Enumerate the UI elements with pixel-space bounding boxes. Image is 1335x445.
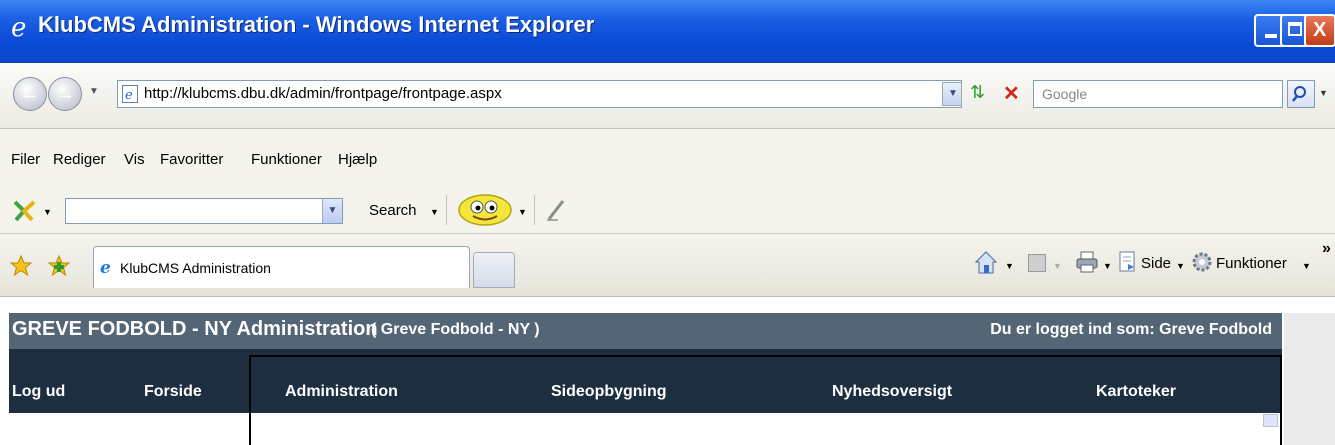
menu-favorites[interactable]: Favoritter [160,151,223,168]
svg-text:e: e [11,14,26,42]
menu-help[interactable]: Hjælp [338,151,377,168]
toolbar-search-combo[interactable]: ▼ [65,198,343,224]
toolbar-logo-icon[interactable] [12,199,38,223]
toolbar-divider [446,195,447,225]
site-title: GREVE FODBOLD - NY Administration [12,318,378,340]
svg-text:e: e [125,88,133,103]
address-bar-row: ← → ▼ e http://klubcms.dbu.dk/admin/fron… [0,63,1335,129]
refresh-button[interactable]: ⇅ [968,82,990,106]
site-subtitle: ( Greve Fodbold - NY ) [371,321,540,338]
page-menu[interactable]: Side [1141,255,1171,272]
forward-button[interactable]: → [48,77,82,111]
search-dropdown-icon[interactable]: ▼ [430,207,439,217]
new-tab-button[interactable] [473,252,515,288]
menu-file[interactable]: Filer [11,151,40,168]
minimize-icon [1265,34,1277,38]
svg-text:e: e [100,258,111,276]
ie-logo-icon: e [11,14,26,42]
print-icon[interactable] [1075,250,1099,274]
menu-tools[interactable]: Funktioner [251,151,322,168]
tools-dropdown-icon[interactable]: ▼ [1302,261,1311,271]
chevron-down-icon[interactable]: ▼ [322,199,342,223]
more-commands-icon[interactable]: » [1322,240,1331,258]
chevron-down-icon: ▼ [948,88,958,99]
forward-arrow-icon: → [55,83,75,105]
close-icon: X [1313,19,1327,41]
menu-bar: Filer Rediger Vis Favoritter Funktioner … [0,129,1335,187]
logged-in-status: Du er logget ind som: Greve Fodbold [990,321,1272,338]
search-options-icon[interactable]: ▼ [1319,88,1328,98]
selection-frame [249,355,1282,445]
search-icon [1292,86,1306,102]
gear-icon[interactable] [1191,251,1213,273]
smiley-icon[interactable] [457,193,513,227]
home-dropdown-icon[interactable]: ▼ [1005,261,1014,271]
menu-edit[interactable]: Rediger [53,151,106,168]
address-field[interactable]: e http://klubcms.dbu.dk/admin/frontpage/… [117,80,962,108]
search-placeholder: Google [1042,86,1088,102]
ie-page-icon: e [100,258,111,276]
favorites-star-icon[interactable] [10,255,32,277]
feeds-icon[interactable] [1028,254,1046,272]
ie-page-icon: e [122,85,138,103]
add-favorite-icon[interactable] [48,255,70,277]
tab-bar: e KlubCMS Administration ▼ ▼ ▼ Side ▼ Fu… [0,234,1335,297]
pencil-icon[interactable] [546,199,566,221]
toolbar-divider [534,195,535,225]
history-dropdown-icon[interactable]: ▼ [89,86,99,97]
search-go-button[interactable] [1287,80,1315,108]
maximize-icon [1288,22,1302,36]
menu-view[interactable]: Vis [124,151,145,168]
url-text: http://klubcms.dbu.dk/admin/frontpage/fr… [144,85,502,102]
stop-icon: ✕ [1003,83,1020,105]
home-icon[interactable] [975,250,997,276]
window-title: KlubCMS Administration - Windows Interne… [38,12,595,37]
back-button[interactable]: ← [13,77,47,111]
refresh-icon: ⇅ [970,82,986,102]
tab-klubcms-administration[interactable]: e KlubCMS Administration [93,246,470,288]
site-header: GREVE FODBOLD - NY Administration ( Grev… [9,313,1282,349]
page-icon[interactable] [1118,251,1138,273]
close-button[interactable]: X [1304,14,1335,47]
feeds-dropdown-icon[interactable]: ▼ [1053,261,1062,271]
tab-label: KlubCMS Administration [120,260,271,276]
search-toolbar: ▼ ▼ Search ▼ ▼ [0,187,1335,234]
tools-menu[interactable]: Funktioner [1216,255,1287,272]
nav-frontpage[interactable]: Forside [144,383,202,401]
web-content: GREVE FODBOLD - NY Administration ( Grev… [0,297,1335,445]
stop-button[interactable]: ✕ [999,82,1021,106]
search-input[interactable]: Google [1033,80,1283,108]
page-dropdown-icon[interactable]: ▼ [1176,261,1185,271]
right-panel [1284,313,1335,445]
address-dropdown-button[interactable]: ▼ [942,82,962,106]
toolbar-search-button[interactable]: Search [369,202,417,219]
nav-logout[interactable]: Log ud [12,383,65,401]
window-titlebar: e KlubCMS Administration - Windows Inter… [0,0,1335,63]
print-dropdown-icon[interactable]: ▼ [1103,261,1112,271]
smiley-dropdown-icon[interactable]: ▼ [518,207,527,217]
toolbar-logo-dropdown-icon[interactable]: ▼ [43,207,52,217]
back-arrow-icon: ← [20,83,40,105]
